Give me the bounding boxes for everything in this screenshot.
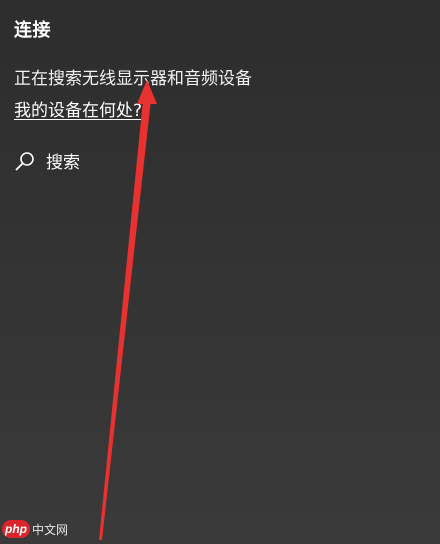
where-is-my-device-link[interactable]: 我的设备在何处? xyxy=(14,96,142,121)
watermark-logo: php xyxy=(2,520,30,538)
watermark: php 中文网 xyxy=(2,520,68,538)
panel-title: 连接 xyxy=(14,20,51,41)
connect-panel: 连接 正在搜索无线显示器和音频设备 我的设备在何处? 搜索 xyxy=(0,0,440,544)
searching-status-text: 正在搜索无线显示器和音频设备 xyxy=(14,69,252,89)
search-button[interactable]: 搜索 xyxy=(14,148,80,173)
watermark-site-text: 中文网 xyxy=(32,522,69,537)
search-icon xyxy=(14,150,36,172)
search-label: 搜索 xyxy=(46,153,80,173)
